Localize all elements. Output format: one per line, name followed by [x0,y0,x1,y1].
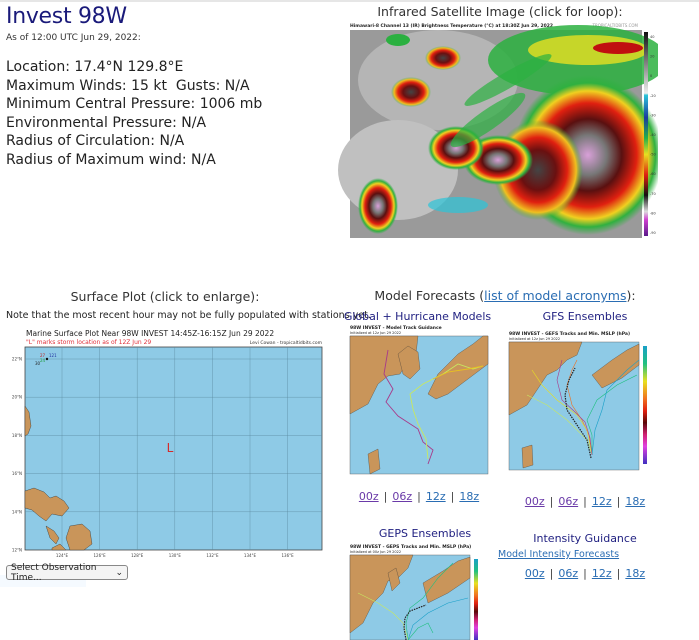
lon-tick-label: 134°E [244,553,257,558]
station-dewpoint: 24 [40,358,46,363]
observation-time-select[interactable]: Select Observation Time... ⌄ [6,562,128,583]
storm-title: Invest 98W [6,4,127,29]
colorbar-tick-label: 40 [650,35,654,39]
geps-image-subtitle: Initialized at 00z Jun 29 2022 [350,550,401,554]
station-pressure: 121 [49,353,57,358]
lat-tick-label: 18°N [12,433,22,438]
info-min-pressure: Minimum Central Pressure: 1006 mb [6,96,263,113]
lon-tick-label: 132°E [206,553,219,558]
gefs-run-00z[interactable]: 00z [525,495,545,508]
colorbar-tick-label: -30 [650,113,656,117]
global-run-00z[interactable]: 00z [359,490,379,503]
model-forecasts-heading: Model Forecasts (list of model acronyms)… [340,288,670,303]
satellite-caption: Himawari-8 Channel 13 (IR) Brightness Te… [350,23,553,29]
model-forecasts-suffix: ): [626,288,636,303]
info-radius-circulation: Radius of Circulation: N/A [6,133,185,150]
storm-info: Location: 17.4°N 129.8°E Maximum Winds: … [6,58,262,170]
model-intensity-forecasts-link[interactable]: Model Intensity Forecasts [498,549,619,560]
storm-location-marker: L [167,441,174,455]
gefs-image-subtitle: Initialized at 12z Jun 29 2022 [509,337,560,341]
surface-plot-credit: Levi Cowan - tropicaltidbits.com [250,340,322,346]
colorbar-tick-label: -80 [650,211,656,215]
satellite-image-link[interactable]: Himawari-8 Channel 13 (IR) Brightness Te… [338,20,658,242]
colorbar-tick-label: 20 [650,55,654,59]
gefs-runs: 00z | 06z | 12z | 18z [524,495,646,508]
lon-tick-label: 136°E [282,553,295,558]
colorbar-tick-label: -40 [650,133,656,137]
global-image-subtitle: Initialized at 12z Jun 29 2022 [350,331,401,335]
surface-plot-title: Marine Surface Plot Near 98W INVEST 14:4… [26,329,274,338]
as-of-timestamp: As of 12:00 UTC Jun 29, 2022: [6,33,141,43]
surface-plot-subtitle: "L" marks storm location as of 12Z Jun 2… [26,339,151,346]
gefs-run-18z[interactable]: 18z [625,495,645,508]
global-run-06z[interactable]: 06z [392,490,412,503]
chevron-down-icon: ⌄ [115,567,123,578]
lon-tick-label: 126°E [94,553,107,558]
ocean-area [24,346,323,551]
info-max-winds: Maximum Winds: 15 kt Gusts: N/A [6,77,250,94]
station-visibility: 30 [35,361,41,366]
lat-tick-label: 20°N [12,395,22,400]
lon-tick-label: 128°E [131,553,144,558]
colorbar-tick-label: 0 [650,74,652,78]
satellite-heading: Infrared Satellite Image (click for loop… [377,4,623,19]
colorbar-tick-label: -50 [650,153,656,157]
gefs-image-link[interactable]: 98W INVEST - GEFS Tracks and Min. MSLP (… [507,330,659,472]
lat-tick-label: 16°N [12,471,22,476]
info-location: Location: 17.4°N 129.8°E [6,59,184,75]
browser-top-edge [0,0,699,2]
observation-time-select-label: Select Observation Time... [11,562,97,583]
lon-tick-label: 130°E [169,553,182,558]
intensity-run-06z[interactable]: 06z [558,567,578,580]
colorbar-tick-label: -60 [650,172,656,176]
colorbar-tick-label: -70 [650,192,656,196]
model-forecasts-prefix: Model Forecasts ( [374,288,485,303]
global-models-runs: 00z | 06z | 12z | 18z [358,490,480,503]
lat-tick-label: 14°N [12,509,22,514]
colorbar [644,32,648,236]
geps-heading: GEPS Ensembles [378,527,472,540]
lat-tick-label: 12°N [12,548,22,553]
global-run-18z[interactable]: 18z [459,490,479,503]
intensity-run-12z[interactable]: 12z [592,567,612,580]
geps-image-link[interactable]: 98W INVEST - GEPS Tracks and Min. MSLP (… [348,543,490,640]
gefs-heading: GFS Ensembles [542,310,628,323]
gefs-run-06z[interactable]: 06z [558,495,578,508]
global-run-12z[interactable]: 12z [426,490,446,503]
intensity-run-18z[interactable]: 18z [625,567,645,580]
colorbar-tick-label: -20 [650,94,656,98]
surface-plot-image-link[interactable]: Marine Surface Plot Near 98W INVEST 14:4… [4,326,326,560]
surface-plot-heading: Surface Plot (click to enlarge): [70,289,260,304]
colorbar-tick-label: -90 [650,231,656,235]
station-marker [45,357,49,361]
intensity-run-00z[interactable]: 00z [525,567,545,580]
info-radius-max-wind: Radius of Maximum wind: N/A [6,151,216,168]
intensity-heading: Intensity Guidance [533,532,637,545]
surface-plot-note: Note that the most recent hour may not b… [6,310,371,321]
gefs-run-12z[interactable]: 12z [592,495,612,508]
intensity-runs: 00z | 06z | 12z | 18z [524,567,646,580]
global-models-heading: Global + Hurricane Models [343,310,492,323]
info-env-pressure: Environmental Pressure: N/A [6,114,207,131]
global-models-image-link[interactable]: 98W INVEST - Model Track Guidance Initia… [348,324,490,476]
model-acronyms-link[interactable]: list of model acronyms [484,288,626,303]
lon-tick-label: 124°E [56,553,69,558]
lat-tick-label: 22°N [12,357,22,362]
